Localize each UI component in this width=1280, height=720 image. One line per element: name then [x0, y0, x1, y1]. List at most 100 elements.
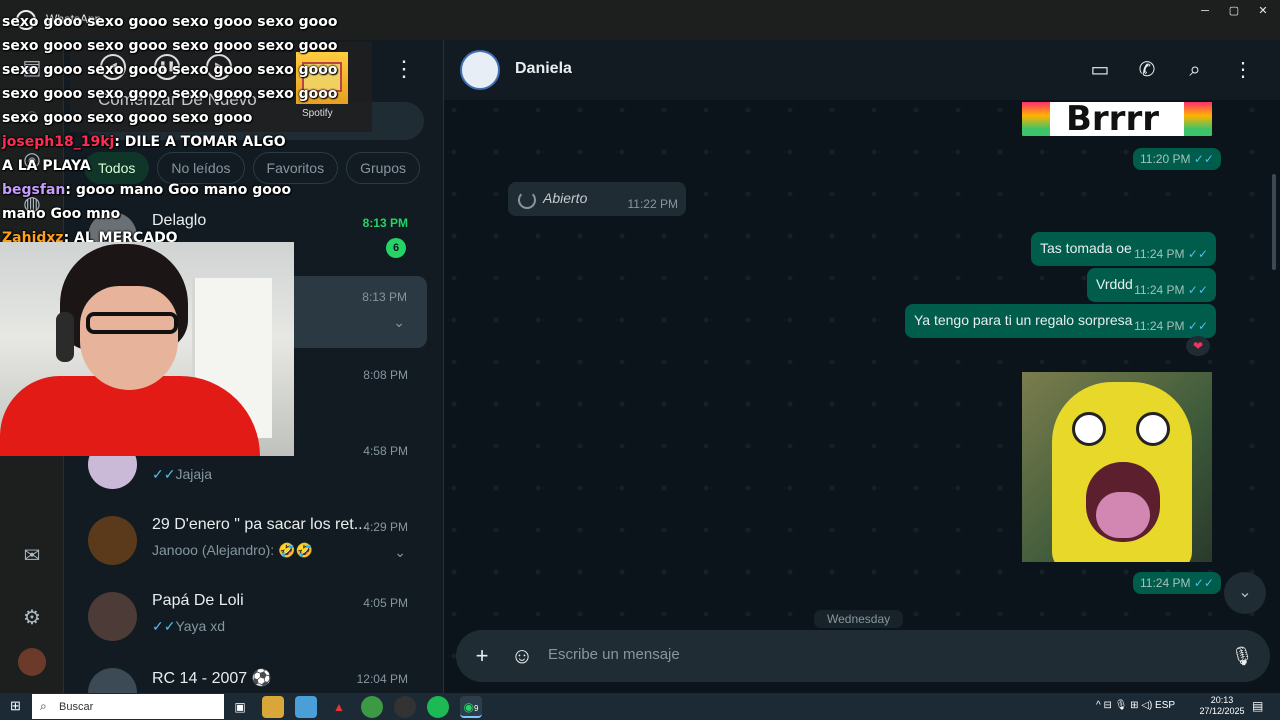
starred-icon[interactable]: ✉ [18, 542, 46, 570]
message-input[interactable]: Escribe un mensaje [548, 646, 680, 663]
avatar [88, 516, 137, 565]
stream-chat-line: sexo gooo sexo gooo sexo gooo sexo gooo [2, 62, 338, 78]
time-text: 11:24 PM [1134, 247, 1185, 261]
avatar [88, 592, 137, 641]
chat-item[interactable]: 29 D'enero " pa sacar los ret... Janooo … [64, 506, 428, 578]
stream-chat-line: sexo gooo sexo gooo sexo gooo sexo gooo [2, 38, 338, 54]
chat-preview-text: Jajaja [175, 466, 213, 482]
sticker-eye [1072, 412, 1106, 446]
profile-avatar[interactable] [18, 648, 46, 676]
close-button[interactable]: ✕ [1246, 0, 1280, 24]
stream-chat-line: begsfan: gooo mano Goo mano gooo [2, 178, 314, 202]
message-time: 11:20 PM ✓✓ [1133, 148, 1221, 170]
notes-app-icon[interactable] [295, 696, 317, 718]
streamer-face [80, 286, 178, 390]
stream-chat-line: joseph18_19kj: DILE A TOMAR ALGO [2, 130, 314, 154]
streamer-glasses [86, 312, 178, 334]
microphone-icon[interactable]: 🎙 [1228, 642, 1256, 670]
read-ticks-icon: ✓✓ [1187, 247, 1208, 261]
windows-taskbar: ⊞ ⌕ Buscar ▣ ▲ ◉9 ^ ⊟ 🎙 ⊞ ◁) ESP 20:13 2… [0, 693, 1280, 720]
time-text: 11:20 PM [1140, 152, 1191, 166]
video-call-icon[interactable]: ▭ [1086, 56, 1114, 84]
conversation-panel: Daniela ▭ ✆ ⌕ ⋮ Brrrr 11:20 PM ✓✓ Abiert… [444, 40, 1280, 693]
stream-chat-username: joseph18_19kj [2, 134, 115, 150]
sticker-message[interactable] [1022, 372, 1212, 562]
stream-chat-line: sexo gooo sexo gooo sexo gooo sexo gooo [2, 86, 338, 102]
message-time: 11:22 PM [627, 197, 678, 211]
contact-name[interactable]: Daniela [515, 60, 572, 78]
conversation-header[interactable]: Daniela ▭ ✆ ⌕ ⋮ [444, 40, 1280, 100]
sticker-message[interactable]: Brrrr [1022, 102, 1212, 136]
settings-icon[interactable]: ⚙ [18, 604, 46, 632]
taskbar-clock[interactable]: 20:13 27/12/2025 [1198, 695, 1246, 717]
clock-time: 20:13 [1210, 695, 1234, 705]
taskbar-search[interactable]: ⌕ Buscar [32, 694, 224, 719]
message-bubble-outgoing[interactable]: Vrddd 11:24 PM ✓✓ [1087, 268, 1216, 302]
chat-item[interactable]: Papá De Loli ✓✓Yaya xd 4:05 PM [64, 582, 428, 654]
chat-time: 8:13 PM [362, 290, 407, 304]
notification-icon[interactable]: ▤ [1252, 699, 1266, 713]
search-icon: ⌕ [40, 699, 47, 713]
chat-time: 12:04 PM [356, 672, 408, 686]
message-bubble-incoming[interactable]: Abierto 11:22 PM [508, 182, 686, 216]
message-meta: 11:24 PM ✓✓ [1134, 247, 1208, 261]
message-text: Vrddd [1096, 276, 1133, 292]
system-tray[interactable]: ^ ⊟ 🎙 ⊞ ◁) ESP [1096, 700, 1175, 711]
unread-badge: 6 [386, 238, 406, 258]
task-view-icon[interactable]: ▣ [229, 696, 251, 718]
message-meta: 11:24 PM ✓✓ [1134, 319, 1208, 333]
streamer-headset [56, 312, 74, 362]
message-bubble-outgoing[interactable]: Tas tomada oe 11:24 PM ✓✓ [1031, 232, 1216, 266]
chat-time: 4:05 PM [363, 596, 408, 610]
scroll-down-button[interactable]: ⌄ [1224, 572, 1266, 614]
sticker-edge [1184, 102, 1212, 136]
attach-plus-icon[interactable]: + [468, 642, 496, 670]
chevron-down-icon[interactable]: ⌄ [394, 544, 406, 561]
chatlist-menu-icon[interactable]: ⋮ [392, 58, 416, 82]
file-explorer-icon[interactable] [262, 696, 284, 718]
message-bubble-outgoing[interactable]: Ya tengo para ti un regalo sorpresa 11:2… [905, 304, 1216, 338]
voice-call-icon[interactable]: ✆ [1133, 56, 1161, 84]
message-composer: + ☺ Escribe un mensaje 🎙 [456, 630, 1270, 682]
taskbar-search-label: Buscar [59, 701, 94, 713]
start-button[interactable]: ⊞ [10, 699, 24, 713]
time-text: 11:24 PM [1140, 576, 1191, 590]
chat-preview: ✓✓Yaya xd [152, 618, 225, 635]
chat-time: 4:58 PM [363, 444, 408, 458]
chat-time: 8:13 PM [362, 216, 408, 230]
spotify-icon[interactable] [427, 696, 449, 718]
chat-name: RC 14 - 2007 ⚽ [152, 670, 272, 687]
chrome-icon[interactable] [361, 696, 383, 718]
stream-chat-overlay: sexo gooo sexo gooo sexo gooo sexo gooo … [2, 10, 338, 250]
stream-chat-message: : DILE A TOMAR ALGO [114, 134, 286, 150]
menu-icon[interactable]: ⋮ [1229, 56, 1257, 84]
stream-chat-message: : gooo mano Goo mano gooo [65, 182, 292, 198]
clock-date: 27/12/2025 [1199, 706, 1245, 716]
obs-icon[interactable] [394, 696, 416, 718]
contact-avatar[interactable] [460, 50, 500, 90]
stream-chat-line: mano Goo mno [2, 206, 121, 222]
chat-name: Papá De Loli [152, 592, 244, 609]
conversation-scrollbar[interactable] [1272, 174, 1276, 270]
chat-time: 4:29 PM [363, 520, 408, 534]
message-time: 11:24 PM ✓✓ [1133, 572, 1221, 594]
stream-chat-line: sexo gooo sexo gooo sexo gooo [2, 110, 253, 126]
app-red-icon[interactable]: ▲ [328, 696, 350, 718]
search-icon[interactable]: ⌕ [1181, 56, 1209, 84]
read-ticks-icon: ✓✓ [1193, 152, 1214, 166]
sticker-tongue [1096, 492, 1150, 538]
stream-chat-line: A LA PLAYA [2, 158, 91, 174]
chat-preview: Janooo (Alejandro): 🤣🤣 [152, 542, 313, 558]
read-ticks-icon: ✓✓ [1187, 319, 1208, 333]
filter-grupos[interactable]: Grupos [346, 152, 421, 184]
whatsapp-taskbar-icon[interactable]: ◉9 [460, 696, 482, 718]
message-text: Ya tengo para ti un regalo sorpresa [914, 312, 1133, 328]
chevron-down-icon[interactable]: ⌄ [393, 314, 405, 331]
message-text: Abierto [543, 190, 588, 206]
stream-chat-username: begsfan [2, 182, 66, 198]
sticker-character [1052, 382, 1192, 562]
emoji-sticker-icon[interactable]: ☺ [508, 642, 536, 670]
heart-reaction-icon[interactable]: ❤ [1186, 336, 1210, 356]
sticker-edge [1022, 102, 1050, 136]
date-divider: Wednesday [814, 610, 904, 628]
